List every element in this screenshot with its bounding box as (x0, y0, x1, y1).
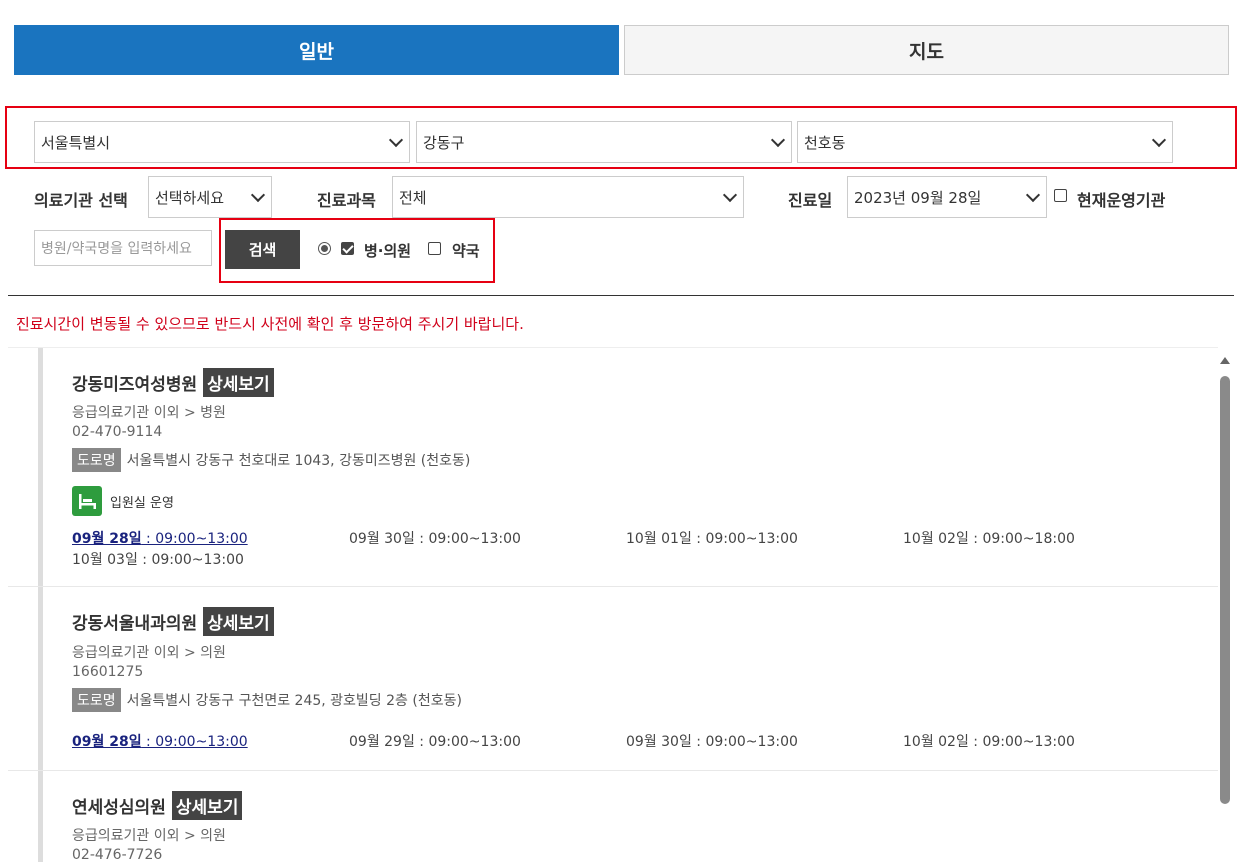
results-list[interactable]: 강동미즈여성병원 상세보기 응급의료기관 이외 > 병원 02-470-9114… (8, 347, 1218, 862)
chevron-down-icon (722, 187, 738, 203)
institution-select-value: 선택하세요 (155, 188, 225, 207)
road-badge: 도로명 (72, 448, 121, 472)
search-button[interactable]: 검색 (225, 230, 300, 269)
schedule-time: : 09:00~13:00 (691, 734, 798, 750)
list-item: 강동미즈여성병원 상세보기 응급의료기관 이외 > 병원 02-470-9114… (8, 348, 1218, 587)
department-label: 진료과목 (317, 191, 376, 210)
address-text: 서울특별시 강동구 천호대로 1043, 강동미즈병원 (천호동) (126, 453, 471, 469)
schedule-entry: 09월 30일 : 09:00~13:00 (349, 528, 521, 548)
tab-map[interactable]: 지도 (624, 25, 1229, 75)
schedule-day: 09월 28일 (72, 734, 142, 750)
bed-info: 입원실 운영 (72, 486, 174, 516)
schedule-time: : 09:00~18:00 (968, 531, 1075, 547)
item-category: 응급의료기관 이외 > 병원 (72, 405, 226, 421)
schedule-day: 09월 30일 (626, 734, 692, 750)
search-input[interactable]: 병원/약국명을 입력하세요 (34, 230, 212, 266)
schedule-entry: 09월 29일 : 09:00~13:00 (349, 731, 521, 751)
schedule-day: 10월 02일 (903, 734, 969, 750)
item-address: 도로명 서울특별시 강동구 천호대로 1043, 강동미즈병원 (천호동) (72, 448, 470, 472)
date-select[interactable]: 2023년 09월 28일 (847, 176, 1047, 218)
schedule-time: : 09:00~13:00 (141, 531, 248, 547)
city-select-value: 서울특별시 (41, 133, 111, 152)
schedule-day: 10월 03일 (72, 552, 138, 568)
divider (8, 295, 1234, 296)
chevron-down-icon (1025, 187, 1041, 203)
schedule-time: : 09:00~13:00 (968, 734, 1075, 750)
city-select[interactable]: 서울특별시 (34, 121, 410, 163)
item-phone: 02-476-7726 (72, 847, 163, 862)
type-radio[interactable] (318, 242, 331, 255)
item-phone: 16601275 (72, 664, 144, 680)
item-address: 도로명 서울특별시 강동구 구천면로 245, 광호빌딩 2층 (천호동) (72, 688, 462, 712)
schedule-entry: 10월 03일 : 09:00~13:00 (72, 549, 244, 569)
item-title: 연세성심의원 상세보기 (72, 791, 243, 820)
pharmacy-label: 약국 (452, 242, 480, 260)
hospital-label: 병·의원 (364, 242, 412, 260)
scrollbar-thumb[interactable] (1220, 376, 1230, 804)
schedule-entry: 10월 02일 : 09:00~18:00 (903, 528, 1075, 548)
tab-general[interactable]: 일반 (14, 25, 619, 75)
chevron-down-icon (388, 132, 404, 148)
detail-button[interactable]: 상세보기 (171, 791, 243, 820)
road-badge: 도로명 (72, 688, 121, 712)
detail-button[interactable]: 상세보기 (203, 368, 274, 397)
department-select-value: 전체 (399, 188, 427, 207)
schedule-time: : 09:00~13:00 (691, 531, 798, 547)
district-select-value: 강동구 (423, 133, 465, 152)
dong-select[interactable]: 천호동 (797, 121, 1173, 163)
schedule-time: : 09:00~13:00 (414, 531, 521, 547)
item-phone: 02-470-9114 (72, 424, 163, 440)
notice-text: 진료시간이 변동될 수 있으므로 반드시 사전에 확인 후 방문하여 주시기 바… (16, 315, 524, 333)
list-item: 연세성심의원 상세보기 응급의료기관 이외 > 의원 02-476-7726 (8, 771, 1218, 862)
schedule-today[interactable]: 09월 28일 : 09:00~13:00 (72, 528, 248, 548)
district-select[interactable]: 강동구 (416, 121, 792, 163)
chevron-down-icon (250, 187, 266, 203)
item-title: 강동미즈여성병원 상세보기 (72, 368, 274, 397)
schedule-time: : 09:00~13:00 (141, 734, 248, 750)
schedule-day: 10월 01일 (626, 531, 692, 547)
schedule-day: 09월 30일 (349, 531, 415, 547)
bed-label: 입원실 운영 (110, 495, 174, 511)
schedule-day: 10월 02일 (903, 531, 969, 547)
chevron-down-icon (770, 132, 786, 148)
institution-select[interactable]: 선택하세요 (148, 176, 272, 218)
bed-icon (72, 486, 102, 516)
department-select[interactable]: 전체 (392, 176, 744, 218)
item-category: 응급의료기관 이외 > 의원 (72, 645, 226, 661)
date-select-value: 2023년 09월 28일 (854, 188, 982, 207)
date-label: 진료일 (788, 191, 833, 210)
item-name: 강동서울내과의원 (72, 614, 198, 634)
item-title: 강동서울내과의원 상세보기 (72, 607, 274, 636)
hospital-checkbox[interactable] (341, 242, 354, 255)
search-input-placeholder: 병원/약국명을 입력하세요 (41, 241, 192, 257)
item-name: 연세성심의원 (72, 798, 166, 818)
dong-select-value: 천호동 (804, 133, 846, 152)
item-category: 응급의료기관 이외 > 의원 (72, 828, 226, 844)
schedule-entry: 09월 30일 : 09:00~13:00 (626, 731, 798, 751)
item-name: 강동미즈여성병원 (72, 375, 198, 395)
operating-label: 현재운영기관 (1077, 191, 1166, 210)
address-text: 서울특별시 강동구 구천면로 245, 광호빌딩 2층 (천호동) (126, 693, 462, 709)
pharmacy-checkbox[interactable] (428, 242, 441, 255)
schedule-day: 09월 28일 (72, 531, 142, 547)
list-item: 강동서울내과의원 상세보기 응급의료기관 이외 > 의원 16601275 도로… (8, 587, 1218, 771)
operating-checkbox[interactable] (1054, 189, 1067, 202)
schedule-today[interactable]: 09월 28일 : 09:00~13:00 (72, 731, 248, 751)
schedule-entry: 10월 01일 : 09:00~13:00 (626, 528, 798, 548)
scroll-up-icon[interactable] (1220, 357, 1230, 364)
schedule-time: : 09:00~13:00 (137, 552, 244, 568)
schedule-day: 09월 29일 (349, 734, 415, 750)
detail-button[interactable]: 상세보기 (203, 607, 274, 636)
schedule-entry: 10월 02일 : 09:00~13:00 (903, 731, 1075, 751)
institution-label: 의료기관 선택 (34, 191, 128, 210)
chevron-down-icon (1151, 132, 1167, 148)
schedule-time: : 09:00~13:00 (414, 734, 521, 750)
